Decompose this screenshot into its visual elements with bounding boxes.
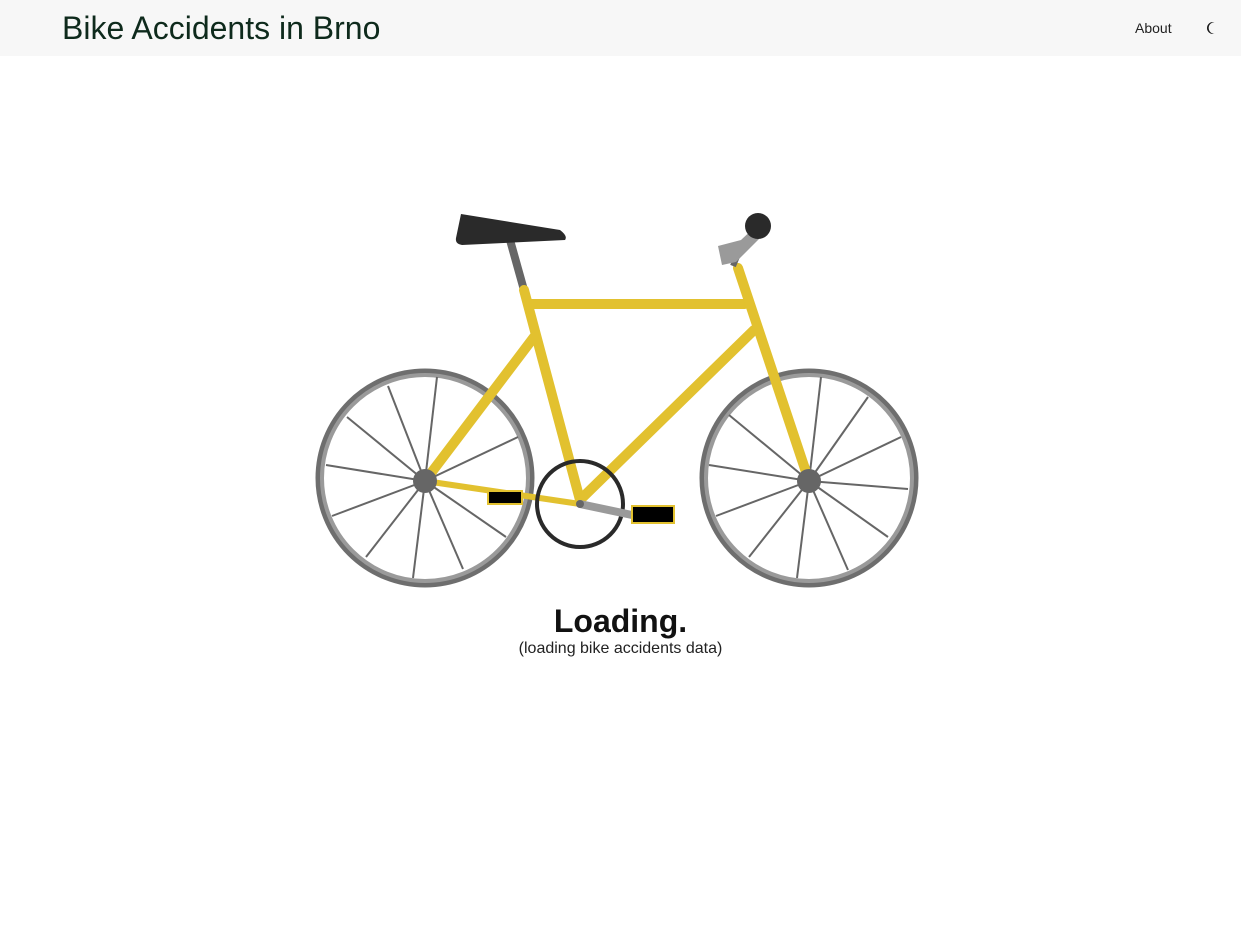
navbar: Bike Accidents in Brno About bbox=[0, 0, 1241, 56]
bike-frame bbox=[420, 263, 814, 505]
rear-pedal bbox=[487, 490, 523, 505]
front-wheel bbox=[699, 368, 919, 588]
loading-title: Loading. bbox=[553, 603, 688, 639]
saddle bbox=[455, 214, 566, 245]
rear-hub bbox=[413, 469, 437, 493]
theme-toggle-button[interactable] bbox=[1203, 19, 1221, 37]
crank-bolt bbox=[576, 500, 584, 508]
moon-icon bbox=[1206, 22, 1215, 34]
crank-arm bbox=[579, 500, 633, 519]
about-link[interactable]: About bbox=[1135, 20, 1172, 37]
bike-illustration bbox=[315, 213, 919, 588]
front-pedal bbox=[631, 505, 675, 524]
rear-wheel bbox=[315, 368, 535, 588]
seat-post bbox=[506, 238, 528, 292]
loading-subtitle: (loading bike accidents data) bbox=[518, 640, 723, 657]
site-title[interactable]: Bike Accidents in Brno bbox=[62, 9, 380, 47]
front-hub bbox=[797, 469, 821, 493]
handlebar bbox=[718, 213, 771, 268]
chainring bbox=[535, 459, 625, 549]
chain-stay bbox=[424, 478, 581, 507]
